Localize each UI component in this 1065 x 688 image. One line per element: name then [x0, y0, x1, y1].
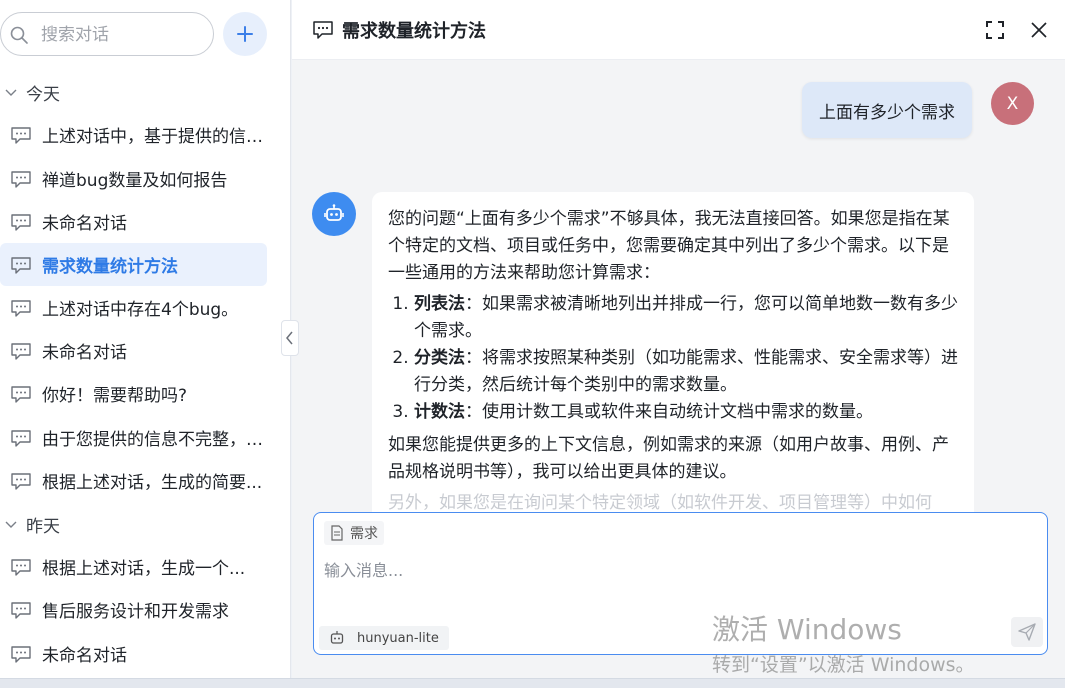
chat-bubble-icon — [11, 213, 31, 231]
bottom-strip — [0, 678, 1065, 688]
conversation-item[interactable]: 根据上述对话，生成的简要... — [0, 459, 267, 502]
chat-bubble-icon — [11, 256, 31, 274]
robot-icon — [330, 631, 344, 644]
chat-title: 需求数量统计方法 — [342, 21, 486, 42]
chat-bubble-icon — [11, 342, 31, 360]
conversation-label: 你好！需要帮助吗? — [42, 386, 188, 406]
windows-activation-hint: 转到“设置”以激活 Windows。 — [712, 654, 975, 676]
conversation-label: 禅道bug数量及如何报告 — [42, 171, 228, 191]
method-desc: ：如果需求被清晰地列出并排成一行，您可以简单地数一数有多少个需求。 — [414, 294, 958, 341]
conversation-item[interactable]: 你好！需要帮助吗? — [0, 372, 267, 415]
method-name: 分类法 — [414, 348, 465, 368]
conversation-item[interactable]: 根据上述对话，生成一个... — [0, 545, 267, 588]
conversation-label: 由于您提供的信息不完整，无法... — [42, 430, 264, 450]
group-label-text: 今天 — [26, 84, 60, 105]
new-chat-button[interactable] — [223, 12, 267, 56]
method-desc: ：使用计数工具或软件来自动统计文档中需求的数量。 — [465, 402, 873, 422]
model-name: hunyuan-lite — [357, 630, 439, 646]
search-box[interactable] — [0, 12, 214, 56]
group-today[interactable]: 今天 — [0, 79, 60, 105]
conversation-label: 上述对话中，基于提供的信息... — [42, 127, 264, 147]
chat-bubble-icon — [11, 170, 31, 188]
conversation-item[interactable]: 由于您提供的信息不完整，无法... — [0, 416, 267, 459]
assistant-message: 您的问题“上面有多少个需求”不够具体，我无法直接回答。如果您是指在某个特定的文档… — [372, 192, 974, 522]
conversation-label: 根据上述对话，生成的简要... — [42, 473, 263, 493]
user-avatar: X — [991, 82, 1034, 125]
search-input[interactable] — [41, 23, 201, 47]
user-message-text: 上面有多少个需求 — [819, 102, 955, 123]
chat-panel: 需求数量统计方法 上面有多少个需求 X 您的问题“上面有多少个需求”不够具体，我 — [292, 0, 1065, 688]
user-message: 上面有多少个需求 — [802, 82, 972, 138]
conversation-label: 需求数量统计方法 — [42, 257, 178, 277]
chat-bubble-icon — [313, 21, 333, 39]
windows-activation-watermark: 激活 Windows — [712, 613, 902, 646]
conversation-item[interactable]: 售后服务设计和开发需求 — [0, 588, 267, 631]
chat-header: 需求数量统计方法 — [292, 0, 1065, 60]
conversation-item[interactable]: 未命名对话 — [0, 329, 267, 372]
send-button[interactable] — [1011, 617, 1043, 647]
chat-bubble-icon — [11, 601, 31, 619]
conversation-label: 未命名对话 — [42, 646, 127, 666]
conversation-item[interactable]: 上述对话中存在4个bug。 — [0, 286, 267, 329]
method-item: 计数法：使用计数工具或软件来自动统计文档中需求的数量。 — [414, 399, 958, 426]
message-input[interactable] — [324, 557, 1024, 617]
conversation-label: 未命名对话 — [42, 343, 127, 363]
conversation-item[interactable]: 未命名对话 — [0, 200, 267, 243]
conversation-label: 售后服务设计和开发需求 — [42, 602, 229, 622]
group-label-text: 昨天 — [26, 516, 60, 537]
user-avatar-letter: X — [1006, 93, 1019, 114]
search-icon — [10, 26, 28, 44]
assistant-outro: 如果您能提供更多的上下文信息，例如需求的来源（如用户故事、用例、产品规格说明书等… — [388, 435, 949, 482]
conversation-label: 未命名对话 — [42, 214, 127, 234]
chat-bubble-icon — [11, 558, 31, 576]
bot-avatar — [312, 192, 356, 236]
conversation-label: 上述对话中存在4个bug。 — [42, 300, 239, 320]
chat-bubble-icon — [11, 385, 31, 403]
sidebar: 今天 上述对话中，基于提供的信息... 禅道bug数量及如何报告 未命名对话 需… — [0, 0, 291, 688]
message-composer: 需求 hunyuan-lite — [313, 512, 1048, 655]
conversation-item-active[interactable]: 需求数量统计方法 — [0, 243, 267, 286]
sidebar-collapse-handle[interactable] — [281, 320, 299, 356]
plus-icon — [237, 26, 253, 42]
document-icon — [331, 525, 343, 541]
chat-bubble-icon — [11, 645, 31, 663]
search-row — [0, 10, 291, 58]
chat-bubble-icon — [11, 299, 31, 317]
robot-icon — [324, 204, 344, 221]
fullscreen-icon[interactable] — [984, 19, 1006, 41]
conversation-label: 根据上述对话，生成一个... — [42, 559, 246, 579]
method-list: 列表法：如果需求被清晰地列出并排成一行，您可以简单地数一数有多少个需求。 分类法… — [414, 291, 958, 426]
context-tag[interactable]: 需求 — [324, 521, 384, 545]
conversation-item[interactable]: 未命名对话 — [0, 632, 267, 675]
chat-bubble-icon — [11, 126, 31, 144]
model-selector[interactable]: hunyuan-lite — [319, 626, 449, 650]
method-name: 列表法 — [414, 294, 465, 314]
conversation-item[interactable]: 上述对话中，基于提供的信息... — [0, 113, 267, 156]
group-yesterday[interactable]: 昨天 — [0, 511, 60, 537]
chevron-left-icon — [286, 331, 293, 345]
close-icon[interactable] — [1028, 19, 1050, 41]
conversation-item[interactable]: 禅道bug数量及如何报告 — [0, 157, 267, 200]
method-item: 分类法：将需求按照某种类别（如功能需求、性能需求、安全需求等）进行分类，然后统计… — [414, 345, 958, 399]
send-icon — [1018, 623, 1036, 641]
chevron-down-icon — [5, 89, 17, 96]
chat-bubble-icon — [11, 472, 31, 490]
method-desc: ：将需求按照某种类别（如功能需求、性能需求、安全需求等）进行分类，然后统计每个类… — [414, 348, 958, 395]
chat-bubble-icon — [11, 429, 31, 447]
method-item: 列表法：如果需求被清晰地列出并排成一行，您可以简单地数一数有多少个需求。 — [414, 291, 958, 345]
assistant-intro: 您的问题“上面有多少个需求”不够具体，我无法直接回答。如果您是指在某个特定的文档… — [388, 209, 950, 283]
chevron-down-icon — [5, 521, 17, 528]
context-tag-label: 需求 — [350, 526, 378, 542]
method-name: 计数法 — [414, 402, 465, 422]
